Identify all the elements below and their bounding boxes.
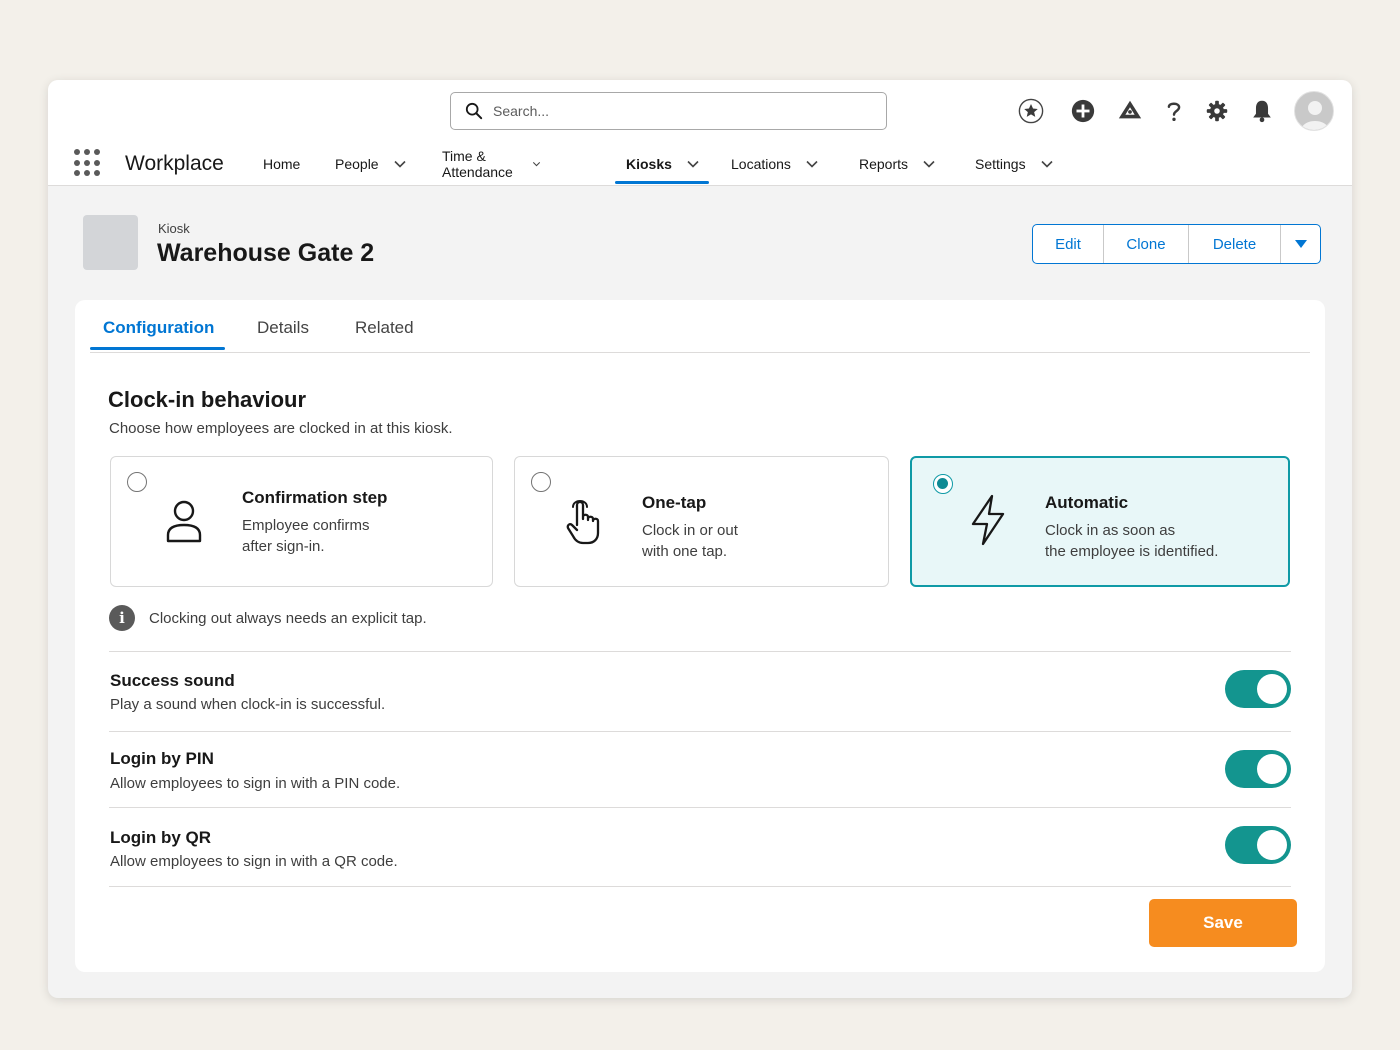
- info-note-text: Clocking out always needs an explicit ta…: [149, 609, 427, 627]
- nav-item-settings[interactable]: Settings: [975, 142, 1054, 186]
- option-description-line: after sign-in.: [242, 538, 325, 555]
- setting-login-pin: Login by PIN Allow employees to sign in …: [109, 731, 1291, 807]
- option-description: Employee confirms after sign-in.: [242, 515, 442, 557]
- record-icon: [83, 215, 138, 270]
- app-name: Workplace: [125, 152, 224, 175]
- delete-button[interactable]: Delete: [1189, 225, 1281, 263]
- tap-icon: [566, 500, 600, 545]
- option-description-line: Employee confirms: [242, 517, 370, 534]
- nav-item-label: Reports: [859, 156, 909, 172]
- option-automatic[interactable]: Automatic Clock in as soon as the employ…: [910, 456, 1290, 587]
- nav-item-people[interactable]: People: [335, 142, 407, 186]
- setting-description: Play a sound when clock-in is successful…: [110, 696, 386, 713]
- nav-item-time-attendance[interactable]: Time & Attendance: [442, 142, 541, 186]
- option-title: Automatic: [1045, 493, 1129, 512]
- chevron-down-icon[interactable]: [922, 157, 936, 171]
- nav-item-label: People: [335, 156, 379, 172]
- global-header: Search... Workplace Home People Time & A…: [48, 80, 1352, 186]
- tab-configuration[interactable]: Configuration: [103, 318, 214, 338]
- search-placeholder: Search...: [493, 103, 550, 119]
- setting-description: Allow employees to sign in with a QR cod…: [110, 853, 398, 870]
- option-title: Confirmation step: [242, 488, 388, 507]
- search-icon: [465, 102, 483, 120]
- option-description-line: Clock in or out: [642, 522, 738, 539]
- nav-item-kiosks[interactable]: Kiosks: [626, 142, 700, 186]
- login-qr-toggle[interactable]: [1225, 826, 1291, 864]
- divider: [109, 886, 1291, 887]
- tab-related[interactable]: Related: [355, 318, 414, 338]
- setting-login-qr: Login by QR Allow employees to sign in w…: [109, 807, 1291, 886]
- info-icon: i: [109, 605, 135, 631]
- person-icon: [166, 500, 202, 543]
- app-launcher-icon[interactable]: [74, 149, 102, 177]
- nav-item-label: Locations: [731, 156, 791, 172]
- nav-item-reports[interactable]: Reports: [859, 142, 936, 186]
- chevron-down-icon[interactable]: [393, 157, 407, 171]
- nav-item-label: Settings: [975, 156, 1026, 172]
- radio-confirmation-step[interactable]: [127, 472, 147, 492]
- radio-automatic[interactable]: [933, 474, 953, 494]
- option-title: One-tap: [642, 493, 707, 512]
- save-button[interactable]: Save: [1149, 899, 1297, 947]
- chevron-down-icon[interactable]: [532, 157, 541, 171]
- option-description: Clock in as soon as the employee is iden…: [1045, 520, 1275, 562]
- setting-title: Success sound: [110, 671, 235, 690]
- lightning-icon: [971, 494, 1005, 546]
- gear-icon[interactable]: [1200, 94, 1234, 128]
- active-nav-indicator: [615, 181, 709, 184]
- chevron-down-icon[interactable]: [805, 157, 819, 171]
- login-pin-toggle[interactable]: [1225, 750, 1291, 788]
- app-window: Search... Workplace Home People Time & A…: [48, 80, 1352, 998]
- chevron-down-icon[interactable]: [686, 157, 700, 171]
- setting-title: Login by QR: [110, 828, 212, 847]
- record-title: Warehouse Gate 2: [157, 239, 375, 267]
- chevron-down-icon[interactable]: [1040, 157, 1054, 171]
- option-confirmation-step[interactable]: Confirmation step Employee confirms afte…: [110, 456, 493, 587]
- tab-bar: Configuration Details Related: [90, 300, 1310, 353]
- option-description-line: with one tap.: [642, 543, 728, 560]
- option-one-tap[interactable]: One-tap Clock in or out with one tap.: [514, 456, 889, 587]
- add-icon[interactable]: [1066, 94, 1100, 128]
- tab-details[interactable]: Details: [257, 318, 309, 338]
- nav-item-locations[interactable]: Locations: [731, 142, 819, 186]
- favorites-star-icon[interactable]: [1014, 94, 1048, 128]
- search-input[interactable]: Search...: [450, 92, 887, 130]
- nav-item-label: Kiosks: [626, 156, 672, 172]
- setting-success-sound: Success sound Play a sound when clock-in…: [109, 651, 1291, 731]
- option-description-line: the employee is identified.: [1045, 543, 1219, 560]
- section-subtitle: Choose how employees are clocked in at t…: [109, 420, 453, 437]
- more-actions-button[interactable]: [1281, 225, 1320, 263]
- user-avatar[interactable]: [1294, 91, 1334, 131]
- radio-one-tap[interactable]: [531, 472, 551, 492]
- clone-button[interactable]: Clone: [1104, 225, 1189, 263]
- edit-button[interactable]: Edit: [1033, 225, 1104, 263]
- help-icon[interactable]: [1157, 94, 1191, 128]
- caret-down-icon: [1294, 240, 1307, 248]
- record-actions: Edit Clone Delete: [1032, 224, 1321, 264]
- nav-item-label: Home: [263, 156, 301, 172]
- option-description-line: Clock in as soon as: [1045, 522, 1176, 539]
- trailhead-icon[interactable]: [1113, 94, 1147, 128]
- nav-item-home[interactable]: Home: [263, 142, 300, 186]
- success-sound-toggle[interactable]: [1225, 670, 1291, 708]
- config-card: Configuration Details Related Clock-in b…: [75, 300, 1325, 972]
- option-description: Clock in or out with one tap.: [642, 520, 842, 562]
- info-note: i Clocking out always needs an explicit …: [109, 605, 427, 631]
- setting-title: Login by PIN: [110, 749, 214, 768]
- nav-item-label: Time & Attendance: [442, 148, 513, 180]
- setting-description: Allow employees to sign in with a PIN co…: [110, 775, 401, 792]
- bell-icon[interactable]: [1245, 94, 1279, 128]
- section-title: Clock-in behaviour: [108, 387, 307, 412]
- record-type: Kiosk: [158, 221, 190, 236]
- active-tab-indicator: [90, 347, 225, 350]
